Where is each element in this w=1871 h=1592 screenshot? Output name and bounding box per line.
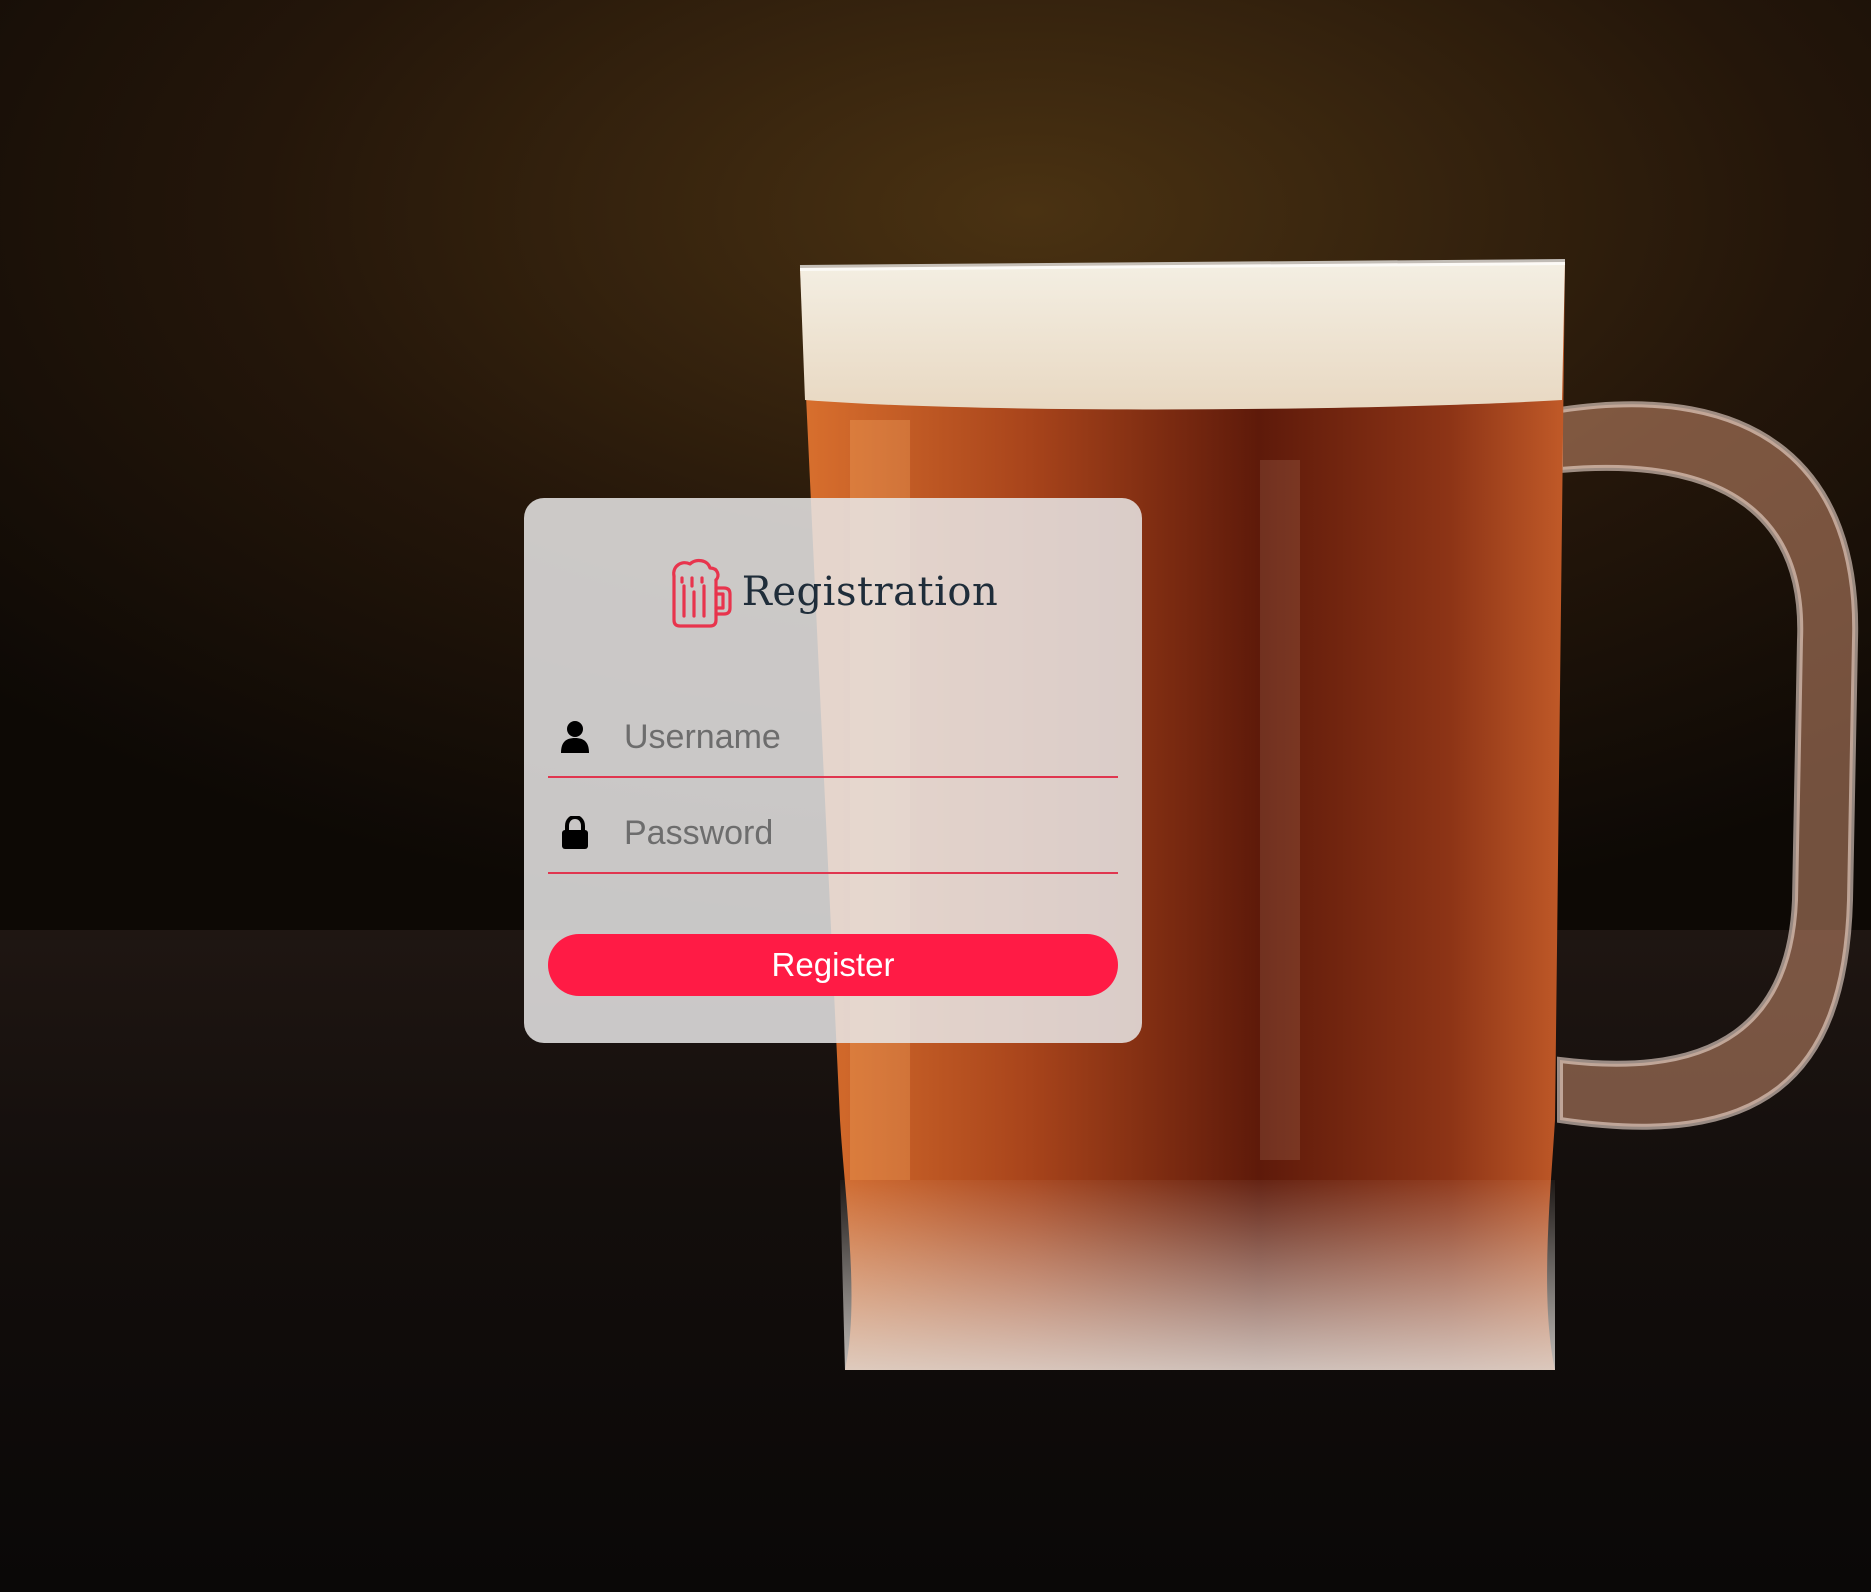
username-input[interactable] <box>624 717 1094 757</box>
password-input[interactable] <box>624 813 1094 853</box>
password-field <box>548 794 1118 874</box>
register-button[interactable]: Register <box>548 934 1118 996</box>
page-title: Registration <box>741 569 999 615</box>
brand: Registration <box>524 556 1142 628</box>
lock-icon <box>560 815 590 851</box>
registration-card: Registration Register <box>524 498 1142 1043</box>
user-icon <box>560 719 590 755</box>
username-field <box>548 698 1118 778</box>
beer-mug-icon <box>668 556 732 628</box>
